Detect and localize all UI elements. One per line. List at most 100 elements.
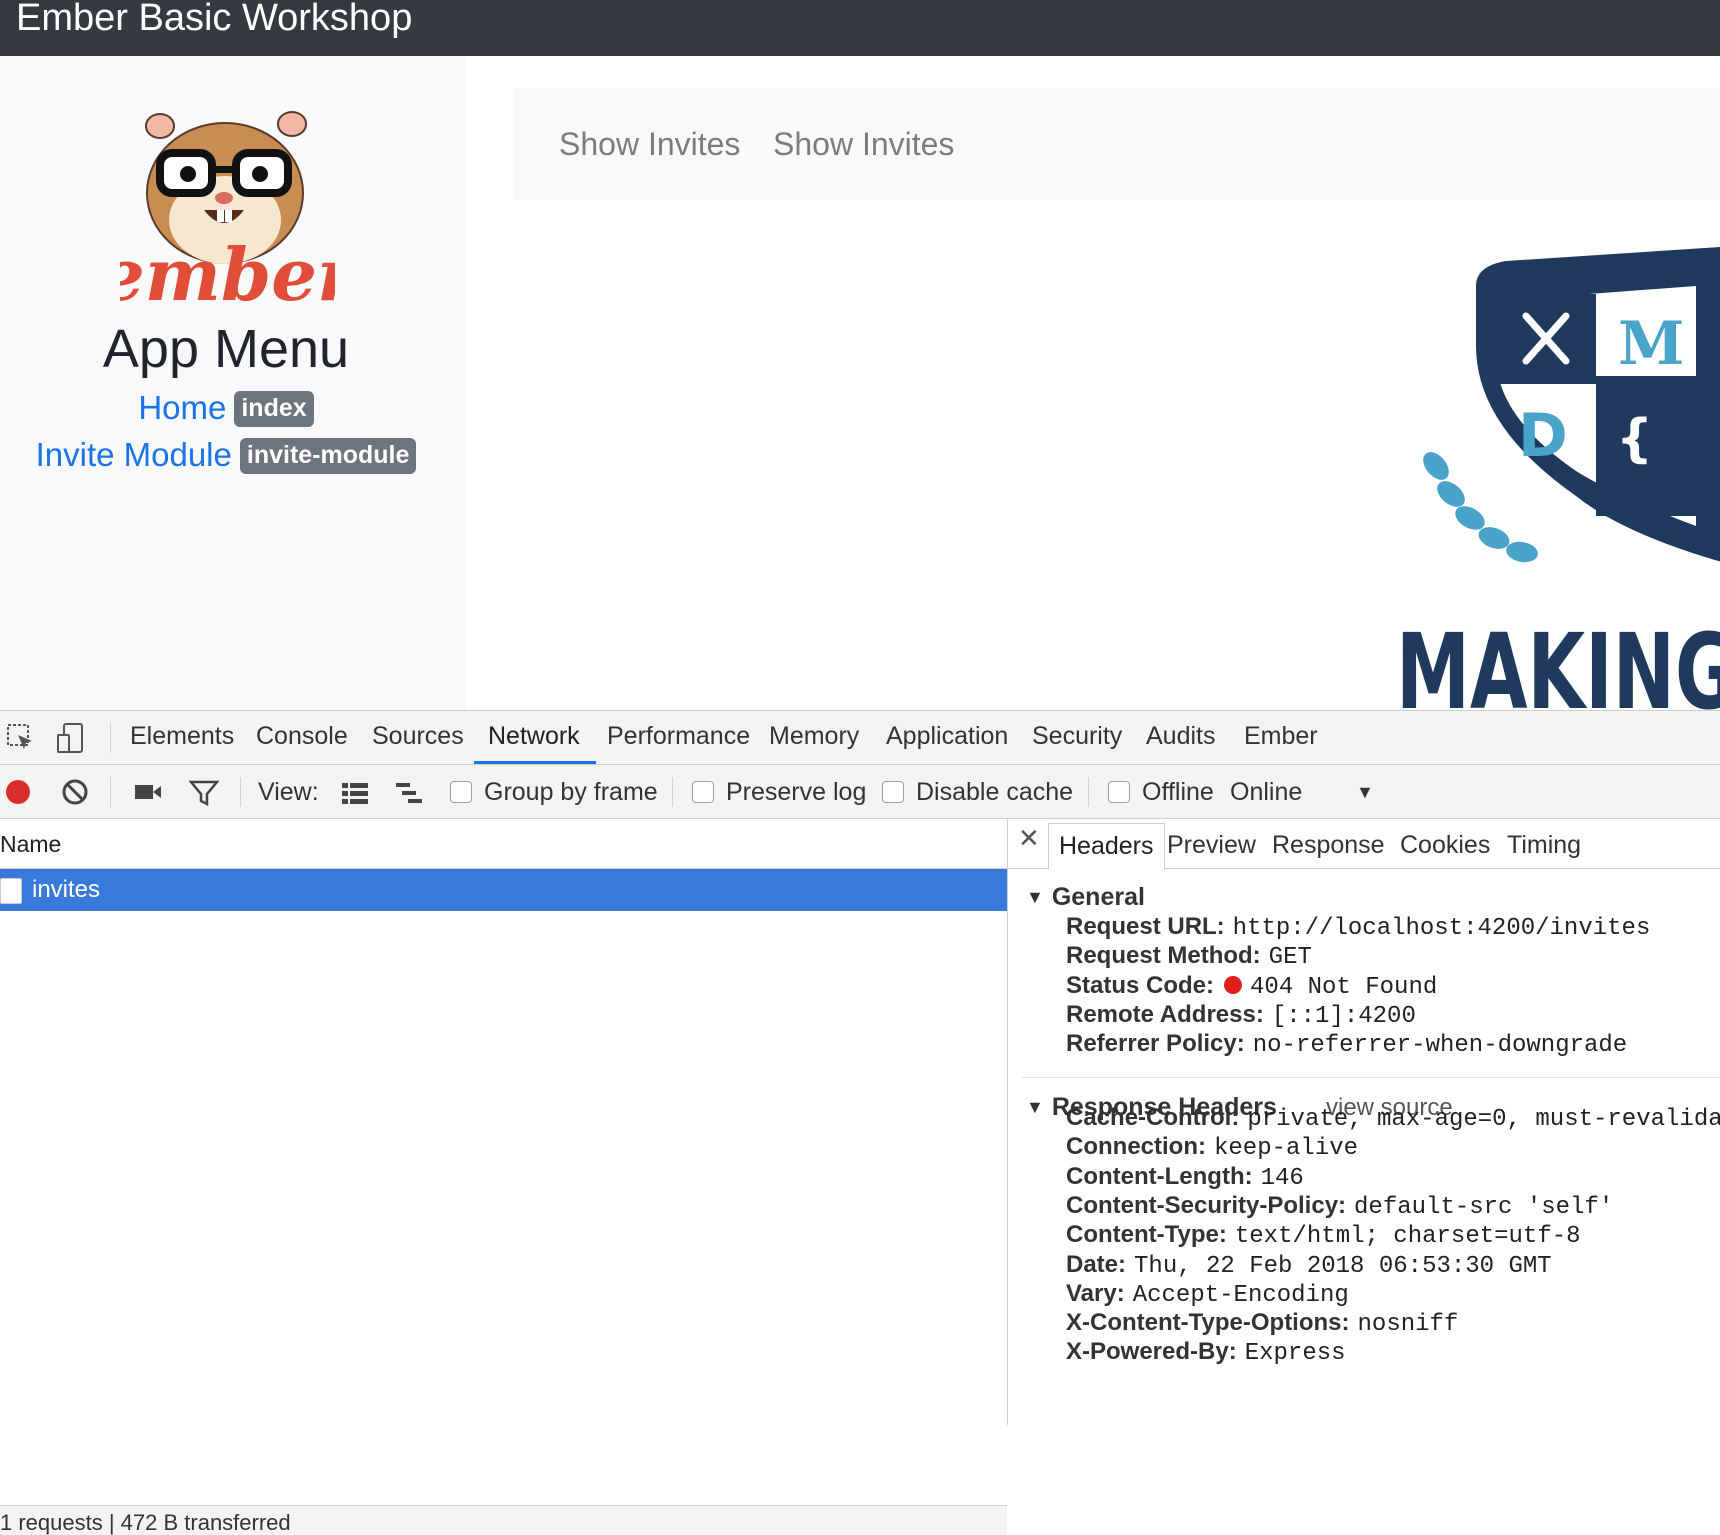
header-key: Connection:	[1066, 1133, 1206, 1161]
tab-network[interactable]: Network	[474, 711, 596, 764]
tab-headers[interactable]: Headers	[1048, 823, 1165, 870]
checkbox[interactable]	[1108, 781, 1130, 803]
svg-text:ember: ember	[120, 232, 335, 308]
request-name: invites	[32, 876, 101, 903]
large-rows-icon[interactable]	[340, 779, 370, 809]
invite-module-link[interactable]: Invite Module	[36, 436, 232, 473]
sidebar: ember App Menu Homeindex Invite Modulein…	[0, 56, 466, 710]
header-value: nosniff	[1357, 1311, 1459, 1339]
disable-cache-checkbox[interactable]: Disable cache	[882, 765, 1073, 819]
tab-console[interactable]: Console	[256, 711, 348, 764]
throttling-select[interactable]: Online ▼	[1230, 765, 1374, 819]
disable-cache-label: Disable cache	[916, 778, 1074, 806]
name-column-header[interactable]: Name	[0, 819, 1008, 869]
capture-screenshots-icon[interactable]	[133, 777, 163, 807]
header-row: Request Method: GET	[1066, 942, 1312, 971]
toolbar-divider	[110, 723, 111, 753]
home-link[interactable]: Home	[138, 389, 226, 426]
ember-logo: ember	[120, 111, 335, 308]
app-header: Ember Basic Workshop	[0, 0, 1720, 56]
document-icon	[0, 878, 22, 904]
header-value: GET	[1268, 944, 1312, 972]
general-section-toggle[interactable]: ▼ General	[1026, 883, 1145, 912]
header-key: Cache-Control:	[1066, 1104, 1240, 1131]
triangle-down-icon: ▼	[1026, 887, 1044, 907]
tab-memory[interactable]: Memory	[769, 711, 859, 764]
offline-label: Offline	[1142, 778, 1214, 806]
crest-logo: M D { MAKING	[1396, 247, 1720, 710]
tab-performance[interactable]: Performance	[607, 711, 750, 764]
header-row: Content-Security-Policy: default-src 'sel…	[1066, 1192, 1613, 1221]
header-row: Vary: Accept-Encoding	[1066, 1280, 1349, 1309]
record-icon[interactable]	[4, 777, 34, 807]
tab-audits[interactable]: Audits	[1146, 711, 1215, 764]
waterfall-icon[interactable]	[394, 779, 424, 809]
header-key: Vary:	[1066, 1279, 1125, 1307]
header-value: keep-alive	[1213, 1135, 1359, 1163]
header-value: Express	[1244, 1340, 1346, 1368]
checkbox[interactable]	[450, 781, 472, 803]
header-row: Request URL: http://localhost:4200/invite…	[1066, 913, 1650, 942]
tab-timing[interactable]: Timing	[1507, 819, 1581, 869]
header-row: Remote Address: [::1]:4200	[1066, 1001, 1416, 1030]
preserve-log-checkbox[interactable]: Preserve log	[692, 765, 866, 819]
header-key: Date:	[1066, 1250, 1127, 1278]
group-by-frame-label: Group by frame	[484, 778, 658, 806]
header-value: 404 Not Found	[1250, 973, 1438, 1001]
tab-cookies[interactable]: Cookies	[1400, 819, 1490, 869]
checkbox[interactable]	[882, 781, 904, 803]
chevron-down-icon: ▼	[1356, 782, 1374, 802]
request-row[interactable]: invites	[0, 869, 1007, 911]
svg-text:M: M	[1618, 309, 1684, 379]
header-value: http://localhost:4200/invites	[1232, 915, 1651, 942]
checkbox[interactable]	[692, 781, 714, 803]
header-value: private, max-age=0, must-revalidate	[1247, 1106, 1720, 1133]
header-key: Status Code:	[1066, 971, 1215, 999]
header-key: Remote Address:	[1066, 1000, 1264, 1028]
tab-response[interactable]: Response	[1272, 819, 1385, 869]
header-row: Date: Thu, 22 Feb 2018 06:53:30 GMT	[1066, 1251, 1552, 1280]
preserve-log-label: Preserve log	[726, 778, 867, 806]
group-by-frame-checkbox[interactable]: Group by frame	[450, 765, 658, 819]
tab-preview[interactable]: Preview	[1167, 819, 1256, 869]
close-icon[interactable]: ✕	[1018, 823, 1040, 854]
toolbar-divider	[672, 777, 673, 807]
nav-home: Home index	[0, 389, 452, 427]
network-toolbar: View: Group by frame Preserve log Disabl…	[0, 765, 1720, 819]
filter-icon[interactable]	[189, 777, 219, 807]
toolbar-divider	[1088, 777, 1089, 807]
header-key: X-Content-Type-Options:	[1066, 1309, 1350, 1337]
toolbar-divider	[110, 777, 111, 807]
tab-sources[interactable]: Sources	[372, 711, 464, 764]
offline-checkbox[interactable]: Offline	[1108, 765, 1214, 819]
app-menu-title: App Menu	[102, 319, 350, 379]
device-toolbar-icon[interactable]	[56, 723, 86, 753]
show-invites-link-2[interactable]: Show Invites	[773, 126, 954, 163]
header-row: X-Powered-By: Express	[1066, 1338, 1346, 1367]
devtools-tab-bar: Elements Console Sources Network Performance…	[0, 711, 1720, 765]
route-badge-invite-module: invite-module	[239, 438, 417, 474]
app-title: Ember Basic Workshop	[16, 0, 413, 39]
section-divider	[1022, 1077, 1720, 1078]
header-row: Cache-Control: private, max-age=0, must-r…	[1066, 1104, 1720, 1133]
general-section-title: General	[1051, 883, 1145, 911]
header-value: text/html; charset=utf-8	[1234, 1223, 1581, 1251]
header-value: no-referrer-when-downgrade	[1252, 1032, 1628, 1060]
tab-application[interactable]: Application	[886, 711, 1008, 764]
requests-pane: Name invites 1 requests | 472 B transfer…	[0, 819, 1008, 1535]
tab-security[interactable]: Security	[1032, 711, 1122, 764]
header-row: Connection: keep-alive	[1066, 1133, 1358, 1162]
header-key: Request Method:	[1066, 942, 1261, 970]
clear-icon[interactable]	[60, 777, 90, 807]
view-label: View:	[258, 778, 319, 806]
header-row: Status Code: 404 Not Found	[1066, 972, 1437, 1001]
nav-invite-module: Invite Module invite-module	[0, 436, 452, 474]
header-key: X-Powered-By:	[1066, 1338, 1237, 1366]
show-invites-link-1[interactable]: Show Invites	[559, 126, 740, 163]
main-content: Show Invites Show Invites M D { MAKING	[466, 56, 1720, 710]
tab-elements[interactable]: Elements	[130, 711, 234, 764]
tab-ember[interactable]: Ember	[1244, 711, 1318, 764]
devtools-panel: Elements Console Sources Network Performance…	[0, 710, 1720, 1535]
inspect-element-icon[interactable]	[6, 723, 36, 753]
toolbar-divider	[240, 777, 241, 807]
